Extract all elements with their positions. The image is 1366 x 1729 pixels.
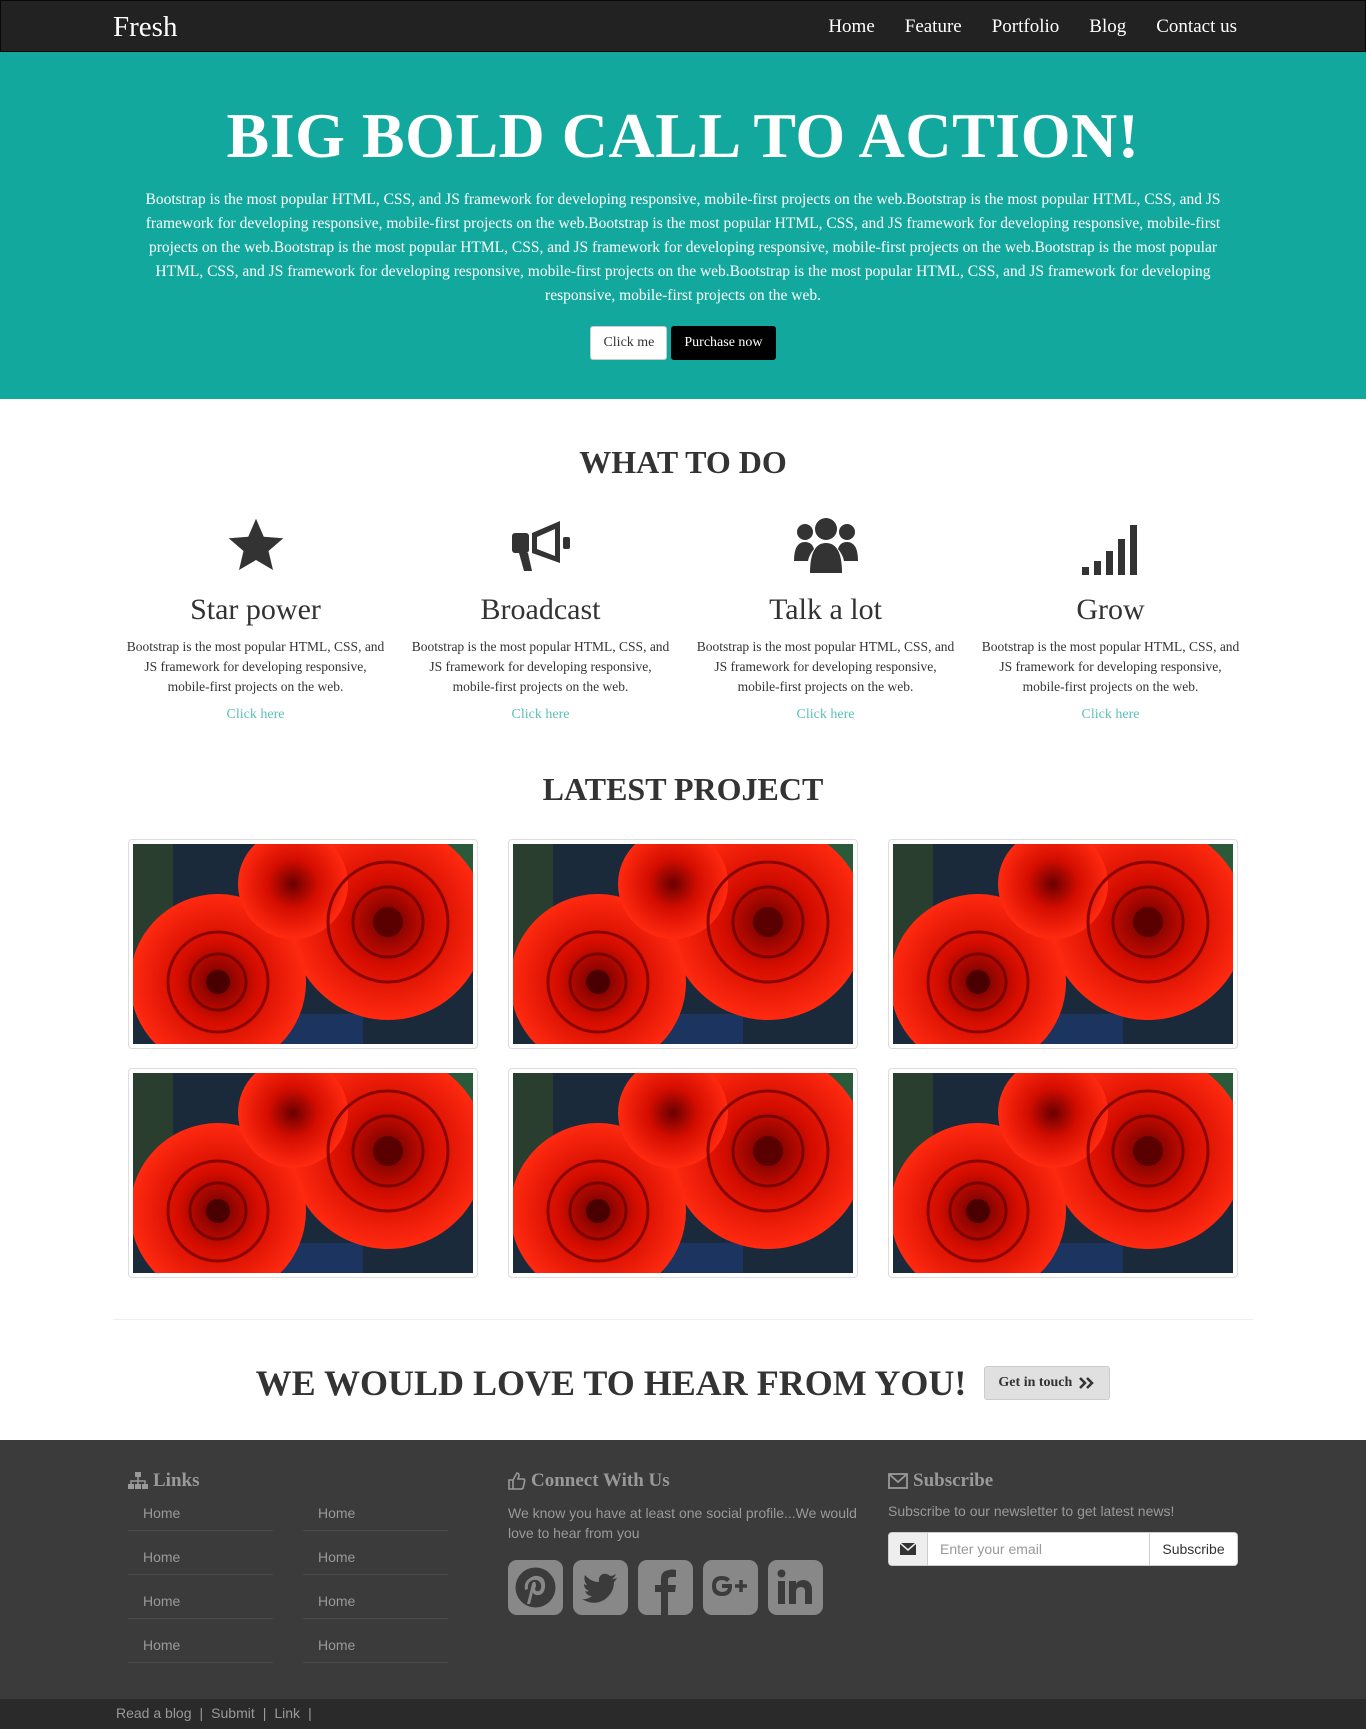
footer-link-home[interactable]: Home xyxy=(303,1505,448,1531)
rose-image xyxy=(893,1073,1233,1273)
links-heading: Links xyxy=(128,1470,199,1492)
rose-image xyxy=(133,1073,473,1273)
feature-link[interactable]: Click here xyxy=(227,707,285,723)
rose-image xyxy=(893,844,1233,1044)
feature-talk-a-lot: Talk a lot Bootstrap is the most popular… xyxy=(683,500,968,723)
rose-image xyxy=(513,1073,853,1273)
separator: | xyxy=(308,1705,312,1721)
subscribe-heading-text: Subscribe xyxy=(913,1470,994,1491)
features-row: Star power Bootstrap is the most popular… xyxy=(113,500,1255,723)
hero-text: Bootstrap is the most popular HTML, CSS,… xyxy=(145,191,1221,304)
feature-title: Broadcast xyxy=(480,593,601,626)
what-to-do-title: WHAT TO DO xyxy=(579,444,787,480)
footer-link-home[interactable]: Home xyxy=(128,1637,273,1663)
subscribe-text: Subscribe to our newsletter to get lates… xyxy=(888,1503,1175,1519)
linkedin-icon[interactable] xyxy=(768,1560,823,1615)
bottom-link-submit[interactable]: Submit xyxy=(211,1705,255,1721)
bottom-bar: Read a blog | Submit | Link | xyxy=(0,1699,1366,1729)
nav-item-contact[interactable]: Contact us xyxy=(1156,16,1237,38)
social-icons xyxy=(508,1560,823,1615)
navbar: Fresh Home Feature Portfolio Blog Contac… xyxy=(0,0,1366,52)
feature-link[interactable]: Click here xyxy=(1082,707,1140,723)
nav-item-feature[interactable]: Feature xyxy=(905,16,962,38)
facebook-icon[interactable] xyxy=(638,1560,693,1615)
footer-link-home[interactable]: Home xyxy=(128,1549,273,1575)
feature-title: Talk a lot xyxy=(769,593,882,626)
signal-icon xyxy=(1081,525,1137,575)
footer-link-home[interactable]: Home xyxy=(303,1549,448,1575)
nav-menu: Home Feature Portfolio Blog Contact us xyxy=(828,16,1237,38)
brand-logo[interactable]: Fresh xyxy=(113,11,177,44)
bottom-link-link[interactable]: Link xyxy=(274,1705,300,1721)
twitter-icon[interactable] xyxy=(573,1560,628,1615)
section-divider xyxy=(113,1319,1253,1320)
project-thumbnail[interactable] xyxy=(888,839,1238,1049)
envelope-icon xyxy=(900,1543,916,1555)
subscribe-form: Subscribe xyxy=(888,1532,1238,1566)
latest-project-title: LATEST PROJECT xyxy=(542,771,824,807)
rose-image xyxy=(133,844,473,1044)
footer-link-home[interactable]: Home xyxy=(303,1593,448,1619)
star-icon xyxy=(228,518,283,570)
footer-link-home[interactable]: Home xyxy=(303,1637,448,1663)
project-thumbnail[interactable] xyxy=(508,1068,858,1278)
purchase-now-button[interactable]: Purchase now xyxy=(671,326,776,360)
separator: | xyxy=(262,1705,267,1721)
nav-item-blog[interactable]: Blog xyxy=(1089,16,1126,38)
rose-image xyxy=(513,844,853,1044)
feature-link[interactable]: Click here xyxy=(512,707,570,723)
feature-broadcast: Broadcast Bootstrap is the most popular … xyxy=(398,500,683,723)
connect-text: We know you have at least one social pro… xyxy=(508,1505,857,1541)
envelope-icon xyxy=(888,1473,908,1489)
project-gallery xyxy=(128,839,1240,1278)
project-thumbnail[interactable] xyxy=(888,1068,1238,1278)
links-heading-text: Links xyxy=(153,1470,200,1491)
footer-link-home[interactable]: Home xyxy=(128,1505,273,1531)
double-chevron-right-icon xyxy=(1079,1377,1095,1389)
project-thumbnail[interactable] xyxy=(128,839,478,1049)
nav-item-portfolio[interactable]: Portfolio xyxy=(992,16,1060,38)
subscribe-button[interactable]: Subscribe xyxy=(1150,1532,1238,1566)
contact-cta: WE WOULD LOVE TO HEAR FROM YOU! Get in t… xyxy=(0,1362,1366,1404)
nav-item-home[interactable]: Home xyxy=(828,16,874,38)
pinterest-icon[interactable] xyxy=(508,1560,563,1615)
feature-title: Grow xyxy=(1076,593,1145,626)
email-input[interactable] xyxy=(928,1532,1150,1566)
feature-star-power: Star power Bootstrap is the most popular… xyxy=(113,500,398,723)
hero-buttons: Click me Purchase now xyxy=(0,326,1366,360)
contact-title: WE WOULD LOVE TO HEAR FROM YOU! xyxy=(255,1363,967,1403)
feature-link[interactable]: Click here xyxy=(797,707,855,723)
subscribe-heading: Subscribe xyxy=(888,1470,993,1492)
thumbs-up-icon xyxy=(508,1472,526,1490)
project-thumbnail[interactable] xyxy=(508,839,858,1049)
feature-text: Bootstrap is the most popular HTML, CSS,… xyxy=(126,639,385,694)
connect-heading-text: Connect With Us xyxy=(531,1470,670,1491)
users-icon xyxy=(793,518,858,573)
footer: Links Home Home Home Home Home Home Home… xyxy=(0,1440,1366,1699)
hero-title: BIG BOLD CALL TO ACTION! xyxy=(226,100,1140,171)
project-thumbnail[interactable] xyxy=(128,1068,478,1278)
separator: | xyxy=(199,1705,204,1721)
hero-section: BIG BOLD CALL TO ACTION! Bootstrap is th… xyxy=(0,52,1366,399)
click-me-button[interactable]: Click me xyxy=(590,326,668,360)
bottom-link-read-blog[interactable]: Read a blog xyxy=(116,1705,192,1721)
get-in-touch-label: Get in touch xyxy=(998,1375,1073,1390)
subscribe-addon xyxy=(888,1532,928,1566)
google-plus-icon[interactable] xyxy=(703,1560,758,1615)
footer-link-home[interactable]: Home xyxy=(128,1593,273,1619)
feature-text: Bootstrap is the most popular HTML, CSS,… xyxy=(696,639,955,694)
feature-grow: Grow Bootstrap is the most popular HTML,… xyxy=(968,500,1253,723)
feature-text: Bootstrap is the most popular HTML, CSS,… xyxy=(981,639,1240,694)
feature-title: Star power xyxy=(190,593,321,626)
get-in-touch-button[interactable]: Get in touch xyxy=(984,1366,1111,1400)
sitemap-icon xyxy=(128,1472,148,1489)
feature-text: Bootstrap is the most popular HTML, CSS,… xyxy=(411,639,670,694)
bullhorn-icon xyxy=(511,521,570,571)
connect-heading: Connect With Us xyxy=(508,1470,670,1492)
